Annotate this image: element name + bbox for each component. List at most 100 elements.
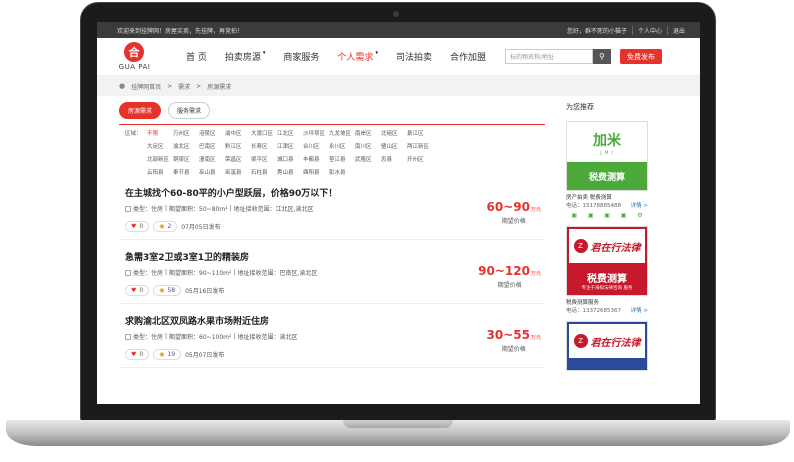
area-option[interactable]: 綦江区 <box>407 129 433 137</box>
area-option[interactable]: 云阳县 <box>147 168 173 176</box>
area-option[interactable]: 大渡口区 <box>251 129 277 137</box>
area-option[interactable]: 奉节县 <box>173 168 199 176</box>
area-option[interactable]: 长寿区 <box>251 142 277 150</box>
area-option[interactable]: 大足区 <box>147 142 173 150</box>
checkbox[interactable] <box>125 333 131 340</box>
area-option[interactable]: 彭水县 <box>329 168 355 176</box>
area-option[interactable]: 黔江区 <box>225 142 251 150</box>
area-option[interactable]: 忠县 <box>381 155 407 163</box>
list-item[interactable]: 急需3室2卫或3室1卫的精装房 类型：住房 | 期望面积：90~110m² | 地址接收范… <box>119 250 545 304</box>
area-option[interactable]: 九龙坡区 <box>329 129 355 137</box>
area-option[interactable]: 丰都县 <box>303 155 329 163</box>
logo-text: GUA PAI <box>118 62 151 71</box>
tab-house-demand[interactable]: 房源需求 <box>119 102 162 119</box>
site-logo[interactable]: 合 GUA PAI <box>112 40 157 74</box>
area-option[interactable]: 渝北区 <box>173 142 199 150</box>
nav-item[interactable]: 拍卖房源 <box>216 50 261 63</box>
listing-title[interactable]: 求购渝北区双凤路水果市场附近住房 <box>125 314 545 327</box>
ad-card-junzaixing[interactable]: Z 君在行法律 税费测算 专注于海拟法律咨询 服务 <box>566 226 648 296</box>
publish-date: 05月16日发布 <box>185 288 225 295</box>
area-option[interactable]: 两江新区 <box>407 142 433 150</box>
list-item[interactable]: 在主城找个60-80平的小户型跃层，价格90万以下！ 类型：住房 | 期望面积：50~… <box>119 186 545 240</box>
screen: 欢迎来到挂牌网！房屋买卖，先挂牌，再竞拍！ 您好，群不死的小猫子 个人中心 退出… <box>97 22 700 404</box>
ad-card-junzaixing-2[interactable]: Z 君在行法律 <box>566 321 648 371</box>
area-option[interactable]: 不限 <box>147 129 173 137</box>
publish-button[interactable]: 免费发布 <box>619 49 662 64</box>
ad-logo: Z 君在行法律 <box>567 227 647 265</box>
nav-item[interactable]: 商家服务 <box>274 50 328 63</box>
ad-detail-link[interactable]: 详情 > <box>631 307 648 315</box>
area-option[interactable]: 合川区 <box>303 142 329 150</box>
area-option[interactable]: 江津区 <box>277 142 303 150</box>
area-option[interactable]: 潼南区 <box>199 155 225 163</box>
like-count[interactable]: ♥ 0 <box>125 221 150 232</box>
area-grid: 不限 万州区 涪陵区 渝中区 大渡口区 江北区 沙坪坝区 九龙坡区 南岸区 北碚区 綦江区大足区 渝北… <box>147 129 433 176</box>
area-option[interactable]: 南岸区 <box>355 129 381 137</box>
price-range: 30~55 <box>486 328 530 342</box>
area-option[interactable]: 永川区 <box>329 142 355 150</box>
area-option[interactable]: 酉阳县 <box>303 168 329 176</box>
tab-service-demand[interactable]: 服务需求 <box>168 102 211 119</box>
nav-item[interactable]: 首 页 <box>177 50 216 63</box>
nav-item[interactable]: 合作加盟 <box>441 50 495 63</box>
area-option[interactable]: 城口县 <box>277 155 303 163</box>
area-option[interactable]: 武隆区 <box>355 155 381 163</box>
area-option[interactable]: 垫江县 <box>329 155 355 163</box>
demand-tabs: 房源需求 服务需求 <box>119 102 545 125</box>
area-option[interactable]: 南川区 <box>355 142 381 150</box>
checkbox[interactable] <box>125 269 131 276</box>
ad-banner: 税费测算 <box>567 162 647 190</box>
mail-icon[interactable]: ▣ <box>621 212 627 220</box>
search-icon[interactable]: ⚲ <box>592 49 611 64</box>
price-block: 90~120万元 期望价格 <box>478 264 541 289</box>
area-option[interactable]: 北碚区 <box>381 129 407 137</box>
area-option[interactable]: 巫山县 <box>199 168 225 176</box>
breadcrumb-demand[interactable]: 需求 <box>178 82 190 91</box>
breadcrumb-home[interactable]: 挂牌网首页 <box>131 82 161 91</box>
area-option[interactable]: 璧山区 <box>381 142 407 150</box>
list-item[interactable]: 求购渝北区双凤路水果市场附近住房类型：住房 | 期望面积：60~100m² | 地址接收… <box>119 314 545 368</box>
area-option[interactable]: 渝中区 <box>225 129 251 137</box>
area-option[interactable]: 开州区 <box>407 155 433 163</box>
listing-title[interactable]: 在主城找个60-80平的小户型跃层，价格90万以下！ <box>125 186 545 199</box>
area-option[interactable]: 石柱县 <box>251 168 277 176</box>
area-option[interactable]: 梁平区 <box>251 155 277 163</box>
nav-menu: 首 页拍卖房源 ▾ 商家服务 个人需求 ▾ 司法拍卖 合作加盟 <box>177 50 495 63</box>
area-option[interactable]: 涪陵区 <box>199 129 225 137</box>
tag-icon[interactable]: ▣ <box>588 212 594 220</box>
area-option[interactable]: 北部新区 <box>147 155 173 163</box>
publish-date: 05月07日发布 <box>185 352 225 359</box>
ad-detail-link[interactable]: 详情 > <box>631 202 648 210</box>
user-greeting[interactable]: 您好，群不死的小猫子 <box>562 26 632 35</box>
user-center-link[interactable]: 个人中心 <box>631 25 667 35</box>
area-option[interactable]: 万州区 <box>173 129 199 137</box>
ad-phone: 电话：13372685367 <box>566 308 621 314</box>
area-option[interactable]: 荣昌区 <box>225 155 251 163</box>
area-option[interactable]: 江北区 <box>277 129 303 137</box>
like-count[interactable]: ♥ 0 <box>125 285 150 296</box>
area-filter: 区域： 不限 万州区 涪陵区 渝中区 大渡口区 江北区 沙坪坝区 九龙坡区 南岸区 北碚区 綦江区大… <box>119 129 545 176</box>
breadcrumb: ● 挂牌网首页 > 需求 > 房源需求 <box>97 76 700 96</box>
top-links: 您好，群不死的小猫子 个人中心 退出 <box>562 25 690 35</box>
settings-icon[interactable]: ⚙ <box>637 212 642 220</box>
view-count: ◉ 58 <box>153 285 182 296</box>
listing-meta: 类型：住房 | 期望面积：60~100m² | 地址接收范围：渝北区 <box>125 332 545 341</box>
area-option[interactable]: 巫溪县 <box>225 168 251 176</box>
chevron-down-icon: ▾ <box>375 50 378 56</box>
area-option[interactable]: 沙坪坝区 <box>303 129 329 137</box>
logout-link[interactable]: 退出 <box>666 25 690 35</box>
chat-icon[interactable]: ▣ <box>604 212 610 220</box>
listing-stats: ♥ 0 ◉ 19 05月07日发布 <box>125 349 545 360</box>
area-option[interactable]: 巴南区 <box>199 142 225 150</box>
nav-item[interactable]: 个人需求 <box>328 50 373 63</box>
like-count[interactable]: ♥ 0 <box>125 349 150 360</box>
area-option[interactable]: 秀山县 <box>277 168 303 176</box>
ad-card-jiami[interactable]: 加米 J M I 税费测算 <box>566 121 648 191</box>
nav-item[interactable]: 司法拍卖 <box>387 50 441 63</box>
search-input[interactable]: 标的物名称/地址 <box>504 49 593 64</box>
share-icon[interactable]: ▣ <box>571 212 577 220</box>
checkbox[interactable] <box>125 205 131 212</box>
area-option[interactable]: 铜梁区 <box>173 155 199 163</box>
logo-mark: 合 <box>124 41 144 62</box>
view-count: ◉ 2 <box>153 221 178 232</box>
